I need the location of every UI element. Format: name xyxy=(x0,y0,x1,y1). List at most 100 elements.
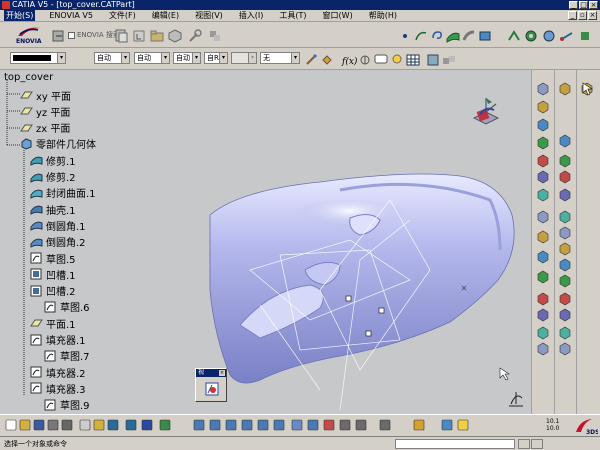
folder-doc-icon[interactable] xyxy=(148,27,164,43)
menu-insert[interactable]: 插入(I) xyxy=(237,10,266,21)
gear-icon[interactable] xyxy=(522,27,538,43)
command-input[interactable] xyxy=(395,439,515,449)
view-mode-icon[interactable] xyxy=(204,381,220,397)
enovia-link-icon[interactable] xyxy=(50,27,66,43)
menu-edit[interactable]: 编辑(E) xyxy=(150,10,181,21)
comment-icon[interactable] xyxy=(372,51,388,67)
thickness-icon[interactable] xyxy=(536,326,550,340)
shell-tool-icon[interactable] xyxy=(558,326,572,340)
hole-icon[interactable] xyxy=(558,188,572,202)
layer-combo[interactable]: 自动 ▾ xyxy=(173,52,201,64)
doc-close-button[interactable]: × xyxy=(588,11,597,20)
whats-this-icon[interactable] xyxy=(140,418,154,432)
cut-icon[interactable] xyxy=(60,418,74,432)
thickness-combo[interactable]: 自动 ▾ xyxy=(134,52,170,64)
tree-item[interactable]: 草图.9 xyxy=(44,398,90,412)
tree-item[interactable]: 凹槽.1 xyxy=(30,267,76,282)
tree-item[interactable]: 倒圆角.1 xyxy=(30,218,86,233)
menu-view[interactable]: 视图(V) xyxy=(193,10,225,21)
tree-item[interactable]: 草图.6 xyxy=(44,300,90,314)
close-button[interactable]: × xyxy=(589,1,598,9)
spiral-icon[interactable] xyxy=(428,27,444,43)
color-combo[interactable]: ▾ xyxy=(10,52,66,64)
extra-tool-icon[interactable] xyxy=(576,27,592,43)
swap-space-icon[interactable] xyxy=(354,418,368,432)
doc-minimize-button[interactable]: _ xyxy=(568,11,577,20)
tree-root-top-cover[interactable]: top_cover xyxy=(4,72,53,83)
measure-icon[interactable] xyxy=(558,27,574,43)
cube-doc-icon[interactable] xyxy=(166,27,182,43)
chamfer-icon[interactable] xyxy=(558,292,572,306)
tree-item[interactable]: 填充器.3 xyxy=(30,381,86,396)
enovia-search-checkbox[interactable] xyxy=(68,31,75,39)
pan-icon[interactable] xyxy=(208,418,222,432)
pad-icon[interactable] xyxy=(558,82,572,96)
tree-item[interactable]: 凹槽.2 xyxy=(30,284,76,298)
doc-restore-button[interactable]: ▫ xyxy=(578,11,587,20)
3d-viewport[interactable]: top_cover xy 平面 yz 平面 zx 平面 零部件几何体 修剪.1 修剪.2 封… xyxy=(0,70,531,414)
minimize-button[interactable]: _ xyxy=(569,1,578,9)
compass-icon[interactable] xyxy=(466,92,506,132)
menu-enovia[interactable]: ENOVIA V5 xyxy=(47,11,95,20)
design-table-icon[interactable] xyxy=(356,51,372,67)
fillet-tool-icon[interactable] xyxy=(558,274,572,288)
groove-icon[interactable] xyxy=(536,136,550,150)
part-3d-model[interactable] xyxy=(200,140,530,410)
tree-item[interactable]: 草图.5 xyxy=(30,251,76,266)
copy-doc-icon[interactable] xyxy=(112,27,128,43)
hole-icon[interactable] xyxy=(536,154,550,168)
tree-item[interactable]: 填充器.1 xyxy=(30,333,86,347)
tree-item[interactable]: yz 平面 xyxy=(20,104,70,119)
pad-icon[interactable] xyxy=(536,82,550,96)
draft-icon[interactable] xyxy=(558,308,572,322)
groove-icon[interactable] xyxy=(558,170,572,184)
linetype-combo[interactable]: 自动 ▾ xyxy=(94,52,130,64)
save-icon[interactable] xyxy=(32,418,46,432)
join-icon[interactable] xyxy=(476,27,492,43)
shaft-icon[interactable] xyxy=(558,154,572,168)
rib-icon[interactable] xyxy=(558,210,572,224)
paste-icon[interactable] xyxy=(92,418,106,432)
draft-icon[interactable] xyxy=(536,292,550,306)
slot-icon[interactable] xyxy=(558,226,572,240)
tree-item[interactable]: zx 平面 xyxy=(20,121,70,135)
render-icon[interactable] xyxy=(440,418,454,432)
menu-start[interactable]: 开始(S) xyxy=(4,10,36,21)
slot-icon[interactable] xyxy=(536,188,550,202)
redo-icon[interactable] xyxy=(124,418,138,432)
tree-item[interactable]: 填充器.2 xyxy=(30,365,86,380)
loft-icon[interactable] xyxy=(558,258,572,272)
tree-item[interactable]: 草图.7 xyxy=(44,349,90,363)
shaft-icon[interactable] xyxy=(536,118,550,132)
shell-tool-icon[interactable] xyxy=(536,308,550,322)
thread-icon[interactable] xyxy=(536,342,550,356)
copy-icon[interactable] xyxy=(78,418,92,432)
stiffener-icon[interactable] xyxy=(536,210,550,224)
stiffener-icon[interactable] xyxy=(558,242,572,256)
tree-item[interactable]: 修剪.2 xyxy=(30,170,76,184)
thickness-icon[interactable] xyxy=(558,342,572,356)
surface-icon[interactable] xyxy=(444,27,460,43)
tree-item[interactable]: xy 平面 xyxy=(20,88,71,103)
apply-material-icon[interactable] xyxy=(412,418,426,432)
shading-icon[interactable] xyxy=(322,418,336,432)
wrench-icon[interactable] xyxy=(186,27,202,43)
fillet-tool-icon[interactable] xyxy=(536,250,550,264)
select-arrow-icon[interactable] xyxy=(580,82,594,96)
pocket-tool-icon[interactable] xyxy=(536,100,550,114)
knowledge-icon[interactable] xyxy=(540,27,556,43)
print-icon[interactable] xyxy=(46,418,60,432)
grey-tool-icon[interactable] xyxy=(206,27,222,43)
style-combo[interactable]: 自R ▾ xyxy=(204,52,228,64)
chamfer-icon[interactable] xyxy=(536,270,550,284)
maximize-button[interactable]: □ xyxy=(579,1,588,9)
new-icon[interactable] xyxy=(4,418,18,432)
iso-view-icon[interactable] xyxy=(306,418,320,432)
blocks-icon[interactable] xyxy=(440,51,456,67)
normal-view-icon[interactable] xyxy=(272,418,286,432)
tree-item[interactable]: 平面.1 xyxy=(30,316,76,331)
undo-icon[interactable] xyxy=(106,418,120,432)
menu-file[interactable]: 文件(F) xyxy=(107,10,138,21)
sweep-icon[interactable] xyxy=(460,27,476,43)
tree-item[interactable]: 修剪.1 xyxy=(30,153,76,168)
